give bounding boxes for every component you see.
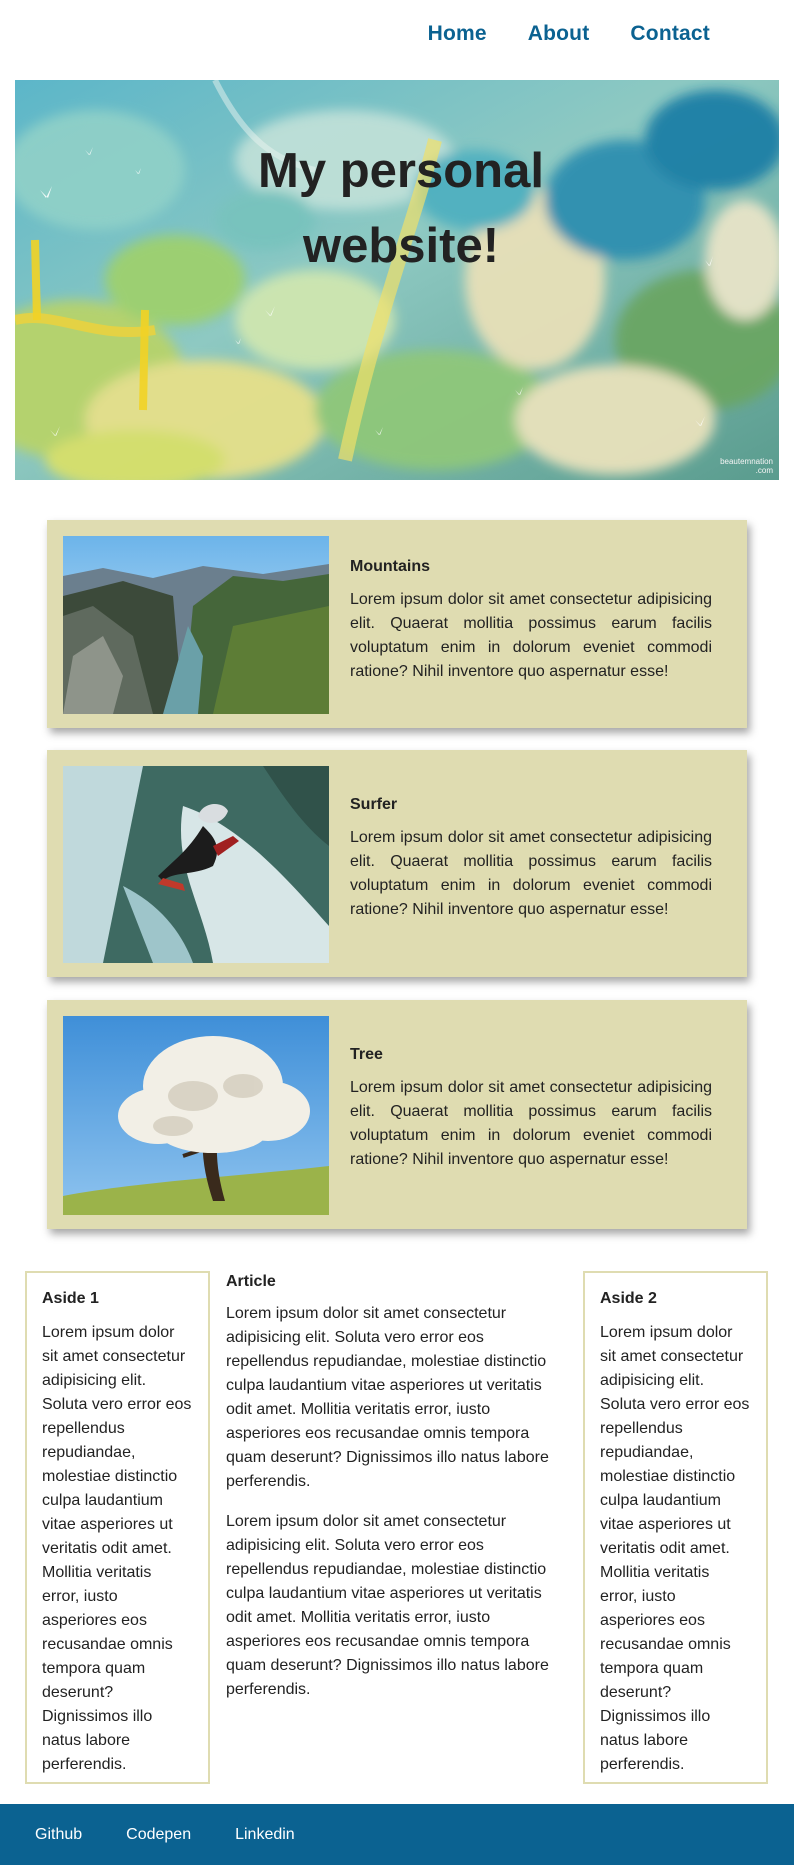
main-article: Article Lorem ipsum dolor sit amet conse… bbox=[226, 1273, 556, 1718]
card-image-tree bbox=[63, 1016, 329, 1215]
hero-title-line-1: My personal bbox=[258, 144, 544, 198]
card-image-mountains bbox=[63, 536, 329, 714]
card-text-mountains: Mountains Lorem ipsum dolor sit amet con… bbox=[350, 558, 712, 684]
card-surfer: Surfer Lorem ipsum dolor sit amet consec… bbox=[47, 750, 747, 977]
card-title-tree: Tree bbox=[350, 1046, 383, 1063]
card-body-mountains: Lorem ipsum dolor sit amet consectetur a… bbox=[350, 591, 712, 680]
hero-banner: My personal website! beautemnation .com bbox=[15, 80, 779, 480]
hero-title-line-2: website! bbox=[302, 219, 500, 273]
hero-watermark-line-2: .com bbox=[755, 466, 773, 475]
aside-1-body: Lorem ipsum dolor sit amet consectetur a… bbox=[42, 1324, 192, 1773]
nav-link-about[interactable]: About bbox=[528, 22, 590, 46]
aside-2-title: Aside 2 bbox=[600, 1290, 657, 1307]
card-body-tree: Lorem ipsum dolor sit amet consectetur a… bbox=[350, 1079, 712, 1168]
card-text-surfer: Surfer Lorem ipsum dolor sit amet consec… bbox=[350, 796, 712, 922]
hero-title: My personal website! bbox=[15, 134, 779, 284]
aside-1-title: Aside 1 bbox=[42, 1290, 99, 1307]
hero-watermark-line-1: beautemnation bbox=[720, 457, 773, 466]
aside-2: Aside 2 Lorem ipsum dolor sit amet conse… bbox=[583, 1271, 768, 1784]
footer-link-github[interactable]: Github bbox=[35, 1826, 82, 1844]
card-image-surfer bbox=[63, 766, 329, 963]
article-title: Article bbox=[226, 1273, 276, 1290]
card-mountains: Mountains Lorem ipsum dolor sit amet con… bbox=[47, 520, 747, 728]
top-navigation: Home About Contact bbox=[428, 22, 710, 46]
card-text-tree: Tree Lorem ipsum dolor sit amet consecte… bbox=[350, 1046, 712, 1172]
aside-1: Aside 1 Lorem ipsum dolor sit amet conse… bbox=[25, 1271, 210, 1784]
card-title-mountains: Mountains bbox=[350, 558, 430, 575]
card-tree: Tree Lorem ipsum dolor sit amet consecte… bbox=[47, 1000, 747, 1229]
aside-2-body: Lorem ipsum dolor sit amet consectetur a… bbox=[600, 1324, 750, 1773]
article-paragraph-1: Lorem ipsum dolor sit amet consectetur a… bbox=[226, 1305, 549, 1490]
nav-link-home[interactable]: Home bbox=[428, 22, 487, 46]
footer: Github Codepen Linkedin bbox=[0, 1804, 794, 1865]
footer-link-linkedin[interactable]: Linkedin bbox=[235, 1826, 295, 1844]
hero-watermark: beautemnation .com bbox=[720, 457, 773, 475]
nav-link-contact[interactable]: Contact bbox=[630, 22, 710, 46]
card-title-surfer: Surfer bbox=[350, 796, 398, 813]
footer-link-codepen[interactable]: Codepen bbox=[126, 1826, 191, 1844]
article-paragraph-2: Lorem ipsum dolor sit amet consectetur a… bbox=[226, 1513, 549, 1698]
card-body-surfer: Lorem ipsum dolor sit amet consectetur a… bbox=[350, 829, 712, 918]
